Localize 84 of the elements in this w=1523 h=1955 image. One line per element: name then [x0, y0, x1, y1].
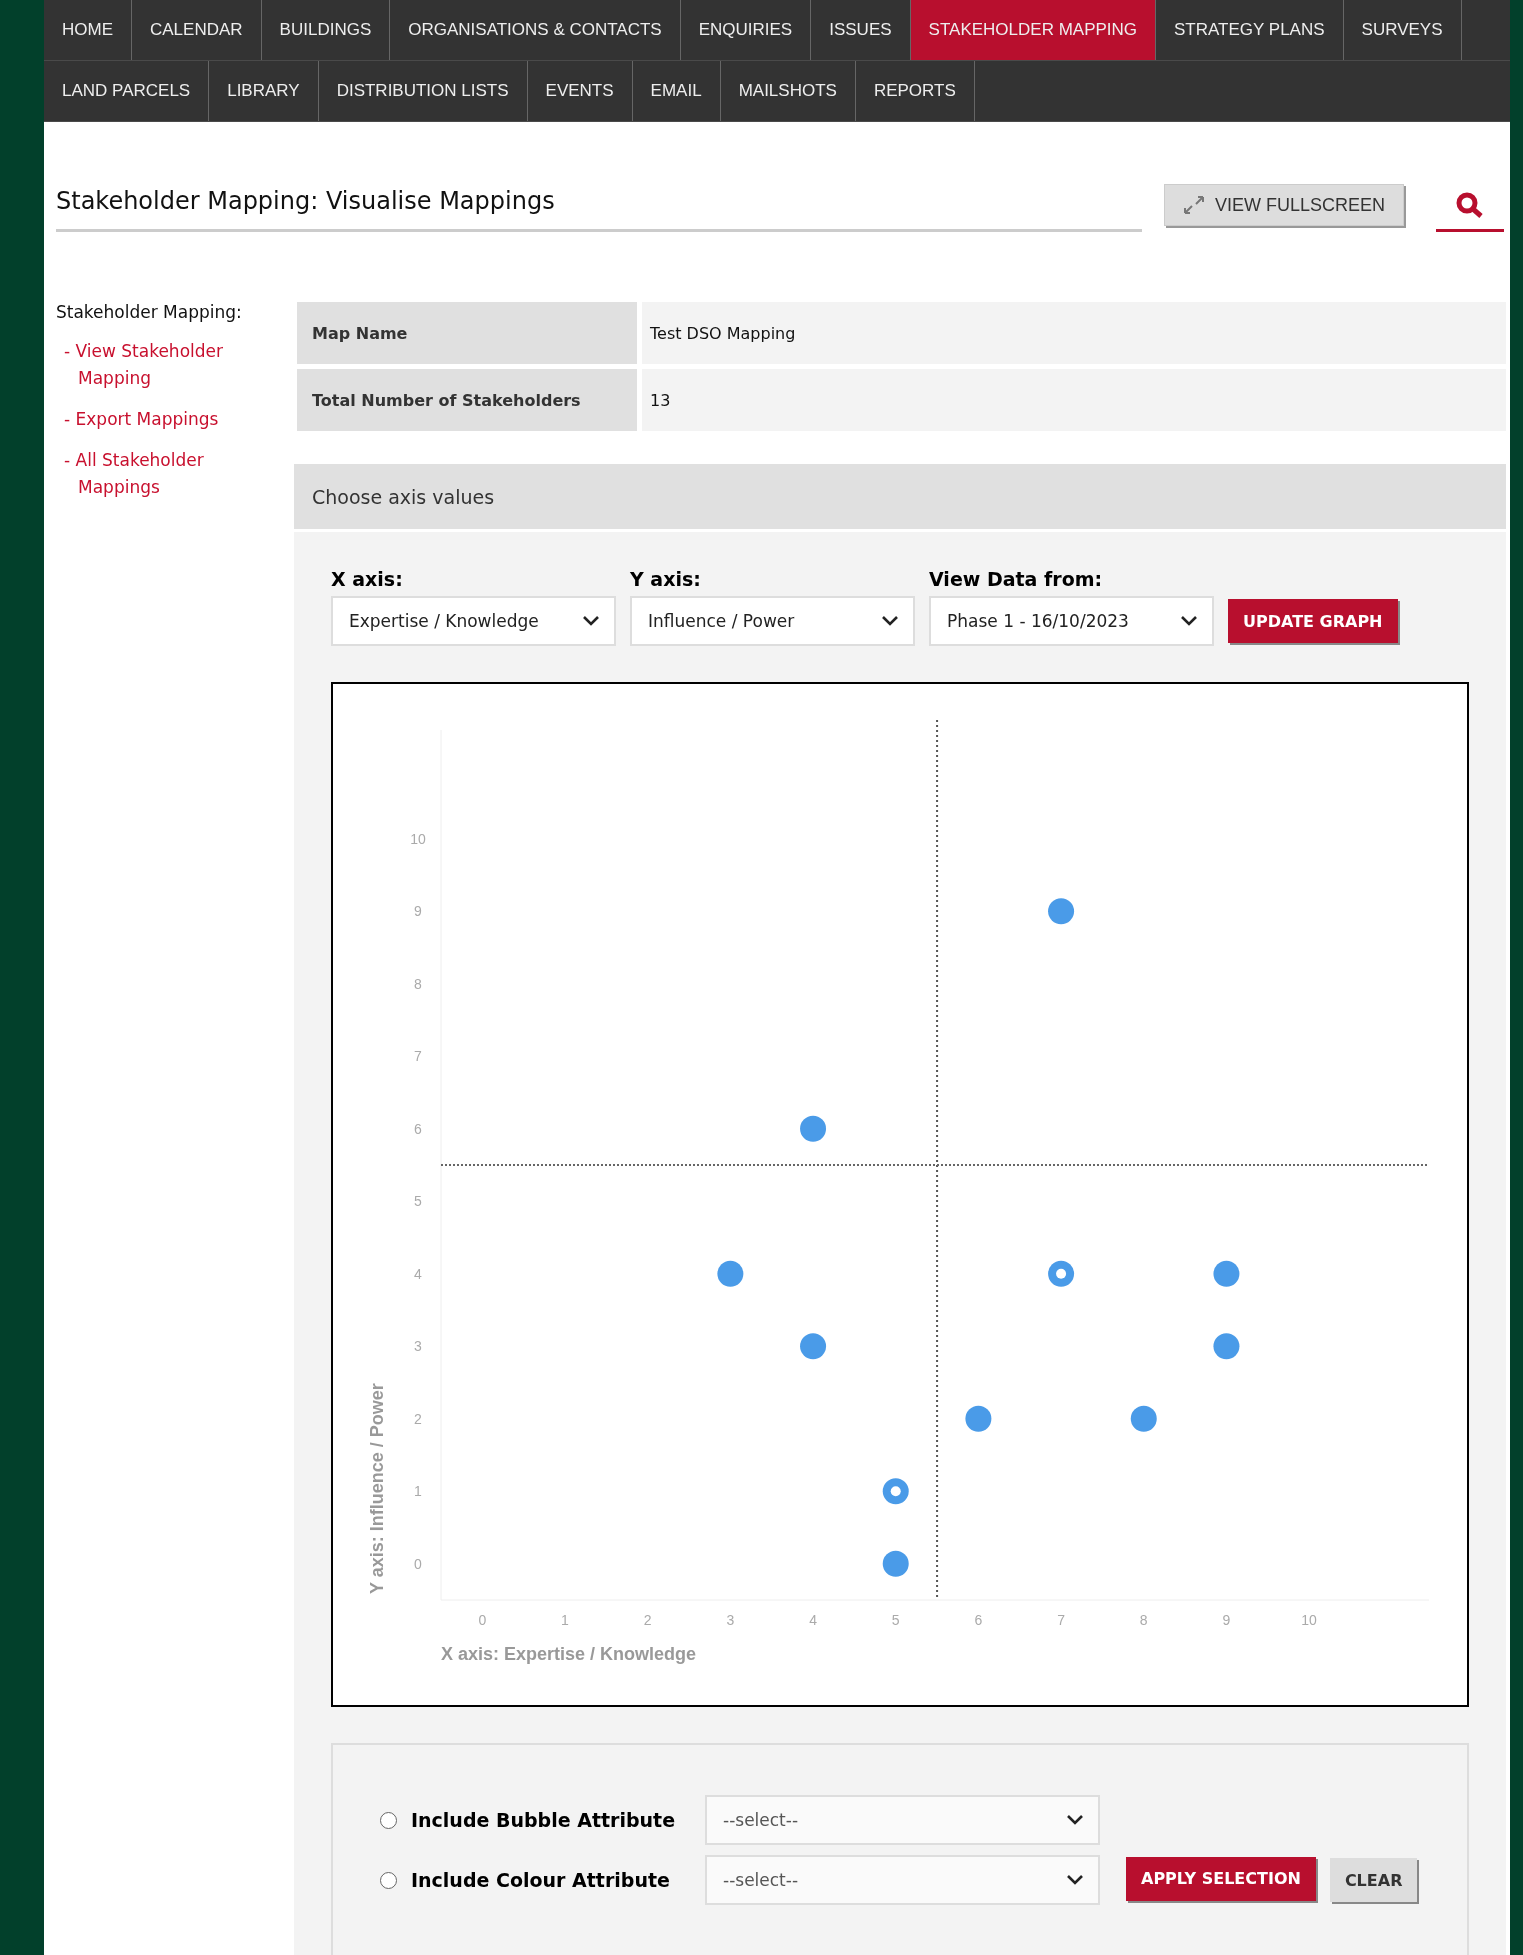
info-value: 13 [642, 369, 1506, 431]
y-tick-label: 2 [414, 1410, 422, 1427]
nav-tab[interactable]: MAILSHOTS [720, 61, 856, 121]
nav-tab[interactable]: ISSUES [811, 0, 911, 60]
axis-dropdown[interactable]: Influence / Power [630, 596, 915, 646]
apply-selection-button[interactable]: APPLY SELECTION [1126, 1856, 1316, 1901]
y-tick-label: 4 [414, 1265, 422, 1282]
x-tick-label: 2 [643, 1612, 652, 1628]
nav-tab[interactable]: LAND PARCELS [44, 61, 210, 121]
x-tick-label: 8 [1139, 1612, 1148, 1628]
nav-tab[interactable]: EMAIL [632, 61, 721, 121]
nav-tab[interactable]: REPORTS [855, 61, 975, 121]
page-title: Stakeholder Mapping: Visualise Mappings [56, 187, 1142, 232]
axis-dropdown[interactable]: Phase 1 - 16/10/2023 [929, 596, 1214, 646]
chevron-icon [1066, 1874, 1084, 1886]
clear-button[interactable]: CLEAR [1329, 1858, 1418, 1902]
y-tick-label: 0 [414, 1555, 422, 1572]
expand-icon [1183, 195, 1205, 215]
x-axis-title: X axis: Expertise / Knowledge [441, 1644, 697, 1664]
sidebar-link[interactable]: - Export Mappings [56, 406, 274, 433]
data-point [1213, 1333, 1240, 1360]
sidebar-title: Stakeholder Mapping: [56, 302, 243, 322]
axis-label: Y axis: [630, 568, 702, 590]
nav-tab[interactable]: BUILDINGS [261, 0, 391, 60]
y-tick-label: 7 [414, 1048, 422, 1065]
x-tick-label: 6 [974, 1612, 983, 1628]
x-tick-label: 3 [726, 1612, 735, 1628]
nav-tab[interactable]: STRATEGY PLANS [1156, 0, 1344, 60]
x-tick-label: 10 [1301, 1612, 1317, 1628]
nav-tab[interactable]: STAKEHOLDER MAPPING [910, 0, 1157, 60]
info-label: Total Number of Stakeholders [297, 369, 637, 431]
nav-tab[interactable]: SURVEYS [1343, 0, 1462, 60]
y-tick-label: 8 [414, 975, 422, 992]
info-value: Test DSO Mapping [642, 302, 1506, 364]
sidebar-link[interactable]: - All Stakeholder Mappings [56, 447, 274, 501]
nav-tab[interactable]: LIBRARY [209, 61, 319, 121]
update-graph-button[interactable]: UPDATE GRAPH [1228, 599, 1398, 643]
nav-tab[interactable]: ENQUIRIES [680, 0, 812, 60]
axis-label: X axis: [331, 568, 404, 590]
chevron-icon [1180, 615, 1198, 627]
chevron-icon [1066, 1814, 1084, 1826]
x-tick-label: 0 [478, 1612, 487, 1628]
nav-tab[interactable]: HOME [44, 0, 132, 60]
y-tick-label: 10 [410, 830, 426, 847]
x-tick-label: 1 [561, 1612, 569, 1628]
attribute-dropdown[interactable]: --select-- [705, 1795, 1100, 1845]
data-point [1048, 898, 1075, 925]
marked-data-point [1048, 1260, 1075, 1287]
y-tick-label: 5 [414, 1193, 422, 1210]
data-point [882, 1550, 909, 1577]
attribute-label: Include Bubble Attribute [411, 1809, 677, 1831]
x-tick-label: 5 [891, 1612, 900, 1628]
marked-data-point [882, 1478, 909, 1505]
x-tick-label: 9 [1222, 1612, 1231, 1628]
sidebar-link[interactable]: - View Stakeholder Mapping [56, 338, 274, 392]
section-header: Choose axis values [294, 464, 1506, 532]
data-point [965, 1405, 992, 1432]
y-tick-label: 3 [414, 1338, 422, 1355]
data-point [800, 1115, 827, 1142]
x-tick-label: 4 [809, 1612, 817, 1628]
chevron-icon [881, 615, 899, 627]
search-icon [1456, 192, 1485, 218]
info-label: Map Name [297, 302, 637, 364]
y-tick-label: 1 [414, 1483, 422, 1500]
radio-button[interactable] [380, 1811, 397, 1829]
chevron-icon [582, 615, 600, 627]
y-axis-title: Y axis: Influence / Power [367, 1383, 387, 1594]
attribute-dropdown[interactable]: --select-- [705, 1855, 1100, 1905]
y-tick-label: 9 [414, 903, 422, 920]
radio-button[interactable] [380, 1871, 397, 1889]
nav-tab[interactable]: DISTRIBUTION LISTS [318, 61, 528, 121]
y-tick-label: 6 [414, 1120, 422, 1137]
data-point [800, 1333, 827, 1360]
x-tick-label: 7 [1057, 1612, 1065, 1628]
nav-tab[interactable]: EVENTS [527, 61, 633, 121]
nav-tab[interactable]: ORGANISATIONS & CONTACTS [390, 0, 681, 60]
attribute-label: Include Colour Attribute [411, 1869, 671, 1891]
axis-label: View Data from: [929, 568, 1104, 590]
data-point [717, 1260, 744, 1287]
data-point [1130, 1405, 1157, 1432]
axis-dropdown[interactable]: Expertise / Knowledge [331, 596, 616, 646]
data-point [1213, 1260, 1240, 1287]
fullscreen-button[interactable]: VIEW FULLSCREEN [1164, 184, 1405, 226]
nav-tab[interactable]: CALENDAR [132, 0, 262, 60]
